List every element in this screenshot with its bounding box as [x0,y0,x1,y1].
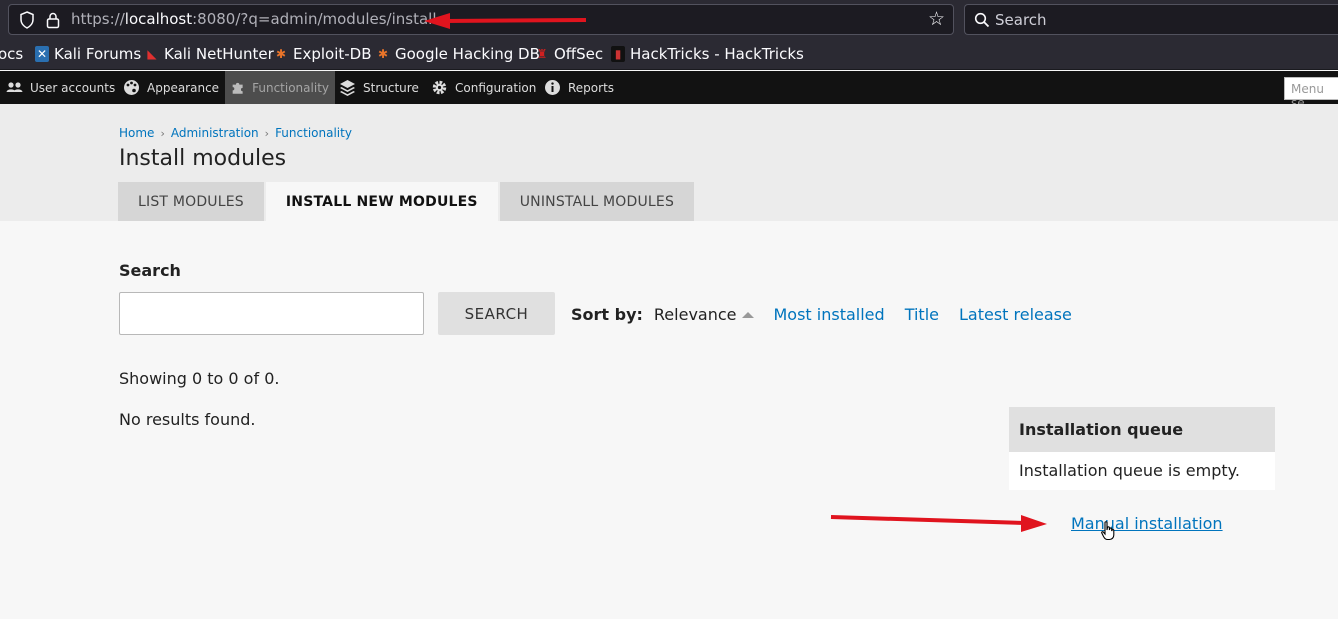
bookmark-google-hacking-db[interactable]: ✱ Google Hacking DB [376,45,540,63]
chevron-right-icon: › [160,126,165,140]
module-tabs: LIST MODULES INSTALL NEW MODULES UNINSTA… [118,182,695,221]
bookmark-kali-nethunter[interactable]: ◣ Kali NetHunter [145,45,274,63]
sort-bar: Sort by: Relevance Most installed Title … [571,305,1092,324]
ghdb-icon: ✱ [377,47,389,61]
queue-body: Installation queue is empty. [1009,452,1275,490]
bookmark-label: Kali NetHunter [164,45,274,63]
search-label: Search [119,261,181,280]
tab-uninstall-modules[interactable]: UNINSTALL MODULES [499,182,695,221]
manual-installation-link[interactable]: Manual installation [1071,514,1223,533]
toolbar-label: User accounts [30,80,116,95]
tab-install-new-modules[interactable]: INSTALL NEW MODULES [265,182,498,221]
breadcrumb: Home › Administration › Functionality [119,126,352,140]
chevron-right-icon: › [264,126,270,140]
toolbar-structure[interactable]: Structure [333,71,425,104]
admin-toolbar: User accounts Appearance Functionality S… [0,71,1338,110]
page-header: Home › Administration › Functionality In… [0,104,1338,221]
search-icon [974,12,990,28]
gear-icon [432,80,447,95]
sort-ascending-icon [741,311,754,318]
bookmark-star-icon[interactable]: ☆ [928,9,945,29]
bookmark-label: Google Hacking DB [395,45,540,63]
toolbar-label: Structure [363,80,419,95]
toolbar-functionality[interactable]: Functionality [225,71,335,104]
palette-icon [124,80,139,95]
nethunter-icon: ◣ [147,47,157,61]
url-host: localhost [124,10,193,28]
browser-search-placeholder: Search [995,11,1047,29]
breadcrumb-administration[interactable]: Administration [171,126,259,140]
toolbar-label: Appearance [147,80,220,95]
page-title: Install modules [119,146,287,171]
bookmark-label: HackTricks - HackTricks [630,45,804,63]
queue-title: Installation queue [1009,407,1275,452]
search-input[interactable] [119,292,424,335]
bookmarks-toolbar: ocs ✕ Kali Forums ◣ Kali NetHunter ✱ Exploi… [0,40,1338,70]
bookmark-label: ocs [0,45,24,63]
sort-relevance[interactable]: Relevance [654,305,737,324]
bookmark-exploit-db[interactable]: ✱ Exploit-DB [274,45,372,63]
no-results-message: No results found. [119,410,256,429]
search-button[interactable]: SEARCH [438,292,555,335]
results-count: Showing 0 to 0 of 0. [119,369,280,388]
tab-list-modules[interactable]: LIST MODULES [118,182,264,221]
bookmark-hacktricks[interactable]: ▮ HackTricks - HackTricks [611,45,804,63]
browser-search-box[interactable]: Search [964,4,1338,35]
url-text[interactable]: https://localhost:8080/?q=admin/modules/… [71,10,437,28]
bookmark-label: Kali Forums [54,45,142,63]
hand-cursor-icon [1101,521,1115,541]
sort-title[interactable]: Title [905,305,939,324]
toolbar-label: Reports [568,80,615,95]
bookmark-offsec[interactable]: ♜ OffSec [535,45,604,63]
url-scheme: https:// [71,10,125,28]
breadcrumb-functionality[interactable]: Functionality [275,126,352,140]
toolbar-label: Configuration [455,80,537,95]
breadcrumb-home[interactable]: Home [119,126,154,140]
toolbar-user-accounts[interactable]: User accounts [0,71,121,104]
url-path: :8080/?q=admin/modules/install [192,10,437,28]
toolbar-configuration[interactable]: Configuration [425,71,542,104]
bookmark-label: OffSec [554,45,604,63]
shield-icon[interactable] [19,11,35,29]
browser-toolbar: https://localhost:8080/?q=admin/modules/… [0,0,1338,40]
installation-queue: Installation queue Installation queue is… [1009,407,1275,490]
bookmark-label: Exploit-DB [293,45,372,63]
bookmark-kali-forums[interactable]: ✕ Kali Forums [35,45,141,63]
toolbar-label: Functionality [252,80,329,95]
offsec-icon: ♜ [536,47,548,61]
annotation-arrow-manual [830,515,1047,532]
kali-forums-icon: ✕ [35,46,49,62]
puzzle-icon [232,82,243,94]
sort-most-installed[interactable]: Most installed [774,305,885,324]
toolbar-reports[interactable]: Reports [538,71,620,104]
toolbar-appearance[interactable]: Appearance [117,71,225,104]
address-bar[interactable]: https://localhost:8080/?q=admin/modules/… [8,4,954,35]
bookmark-docs[interactable]: ocs [0,45,23,63]
sort-label: Sort by: [571,305,643,324]
sort-latest-release[interactable]: Latest release [959,305,1072,324]
users-icon [6,82,23,92]
info-icon [545,80,560,95]
exploit-db-icon: ✱ [275,47,287,61]
layers-icon [340,80,355,96]
lock-icon[interactable] [45,11,61,29]
menu-search-input[interactable]: Menu se [1284,77,1338,110]
hacktricks-icon: ▮ [611,46,625,62]
